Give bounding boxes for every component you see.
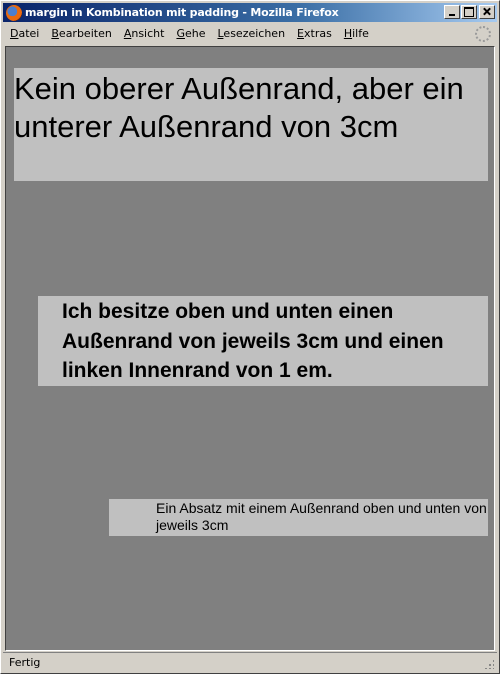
minimize-button[interactable] bbox=[444, 5, 460, 19]
maximize-button[interactable] bbox=[461, 5, 477, 19]
paragraph-margin-padding: Ich besitze oben und unten einen Außenra… bbox=[38, 296, 488, 386]
resize-grip-icon[interactable] bbox=[484, 659, 494, 669]
window-controls bbox=[443, 5, 495, 19]
menu-extras[interactable]: Extras bbox=[291, 25, 338, 43]
menu-gehe[interactable]: Gehe bbox=[170, 25, 211, 43]
menu-lesezeichen[interactable]: Lesezeichen bbox=[211, 25, 291, 43]
close-button[interactable] bbox=[479, 5, 495, 19]
paragraph-no-top-margin: Kein oberer Außenrand, aber ein unterer … bbox=[14, 68, 488, 181]
menu-datei[interactable]: Datei bbox=[3, 25, 45, 43]
menu-bearbeiten[interactable]: Bearbeiten bbox=[45, 25, 117, 43]
paragraph-margin-top-bottom: Ein Absatz mit einem Außenrand oben und … bbox=[109, 499, 488, 536]
page-content[interactable]: Kein oberer Außenrand, aber ein unterer … bbox=[5, 46, 495, 651]
menu-hilfe[interactable]: Hilfe bbox=[338, 25, 375, 43]
window-title: margin in Kombination mit padding - Mozi… bbox=[25, 6, 339, 19]
status-text: Fertig bbox=[9, 656, 41, 669]
browser-window: margin in Kombination mit padding - Mozi… bbox=[0, 0, 500, 674]
title-bar[interactable]: margin in Kombination mit padding - Mozi… bbox=[3, 3, 497, 22]
menu-bar: Datei Bearbeiten Ansicht Gehe Lesezeiche… bbox=[3, 24, 497, 44]
throbber-icon bbox=[475, 26, 491, 42]
firefox-icon[interactable] bbox=[6, 4, 22, 21]
status-bar: Fertig bbox=[3, 652, 497, 672]
menu-ansicht[interactable]: Ansicht bbox=[118, 25, 171, 43]
